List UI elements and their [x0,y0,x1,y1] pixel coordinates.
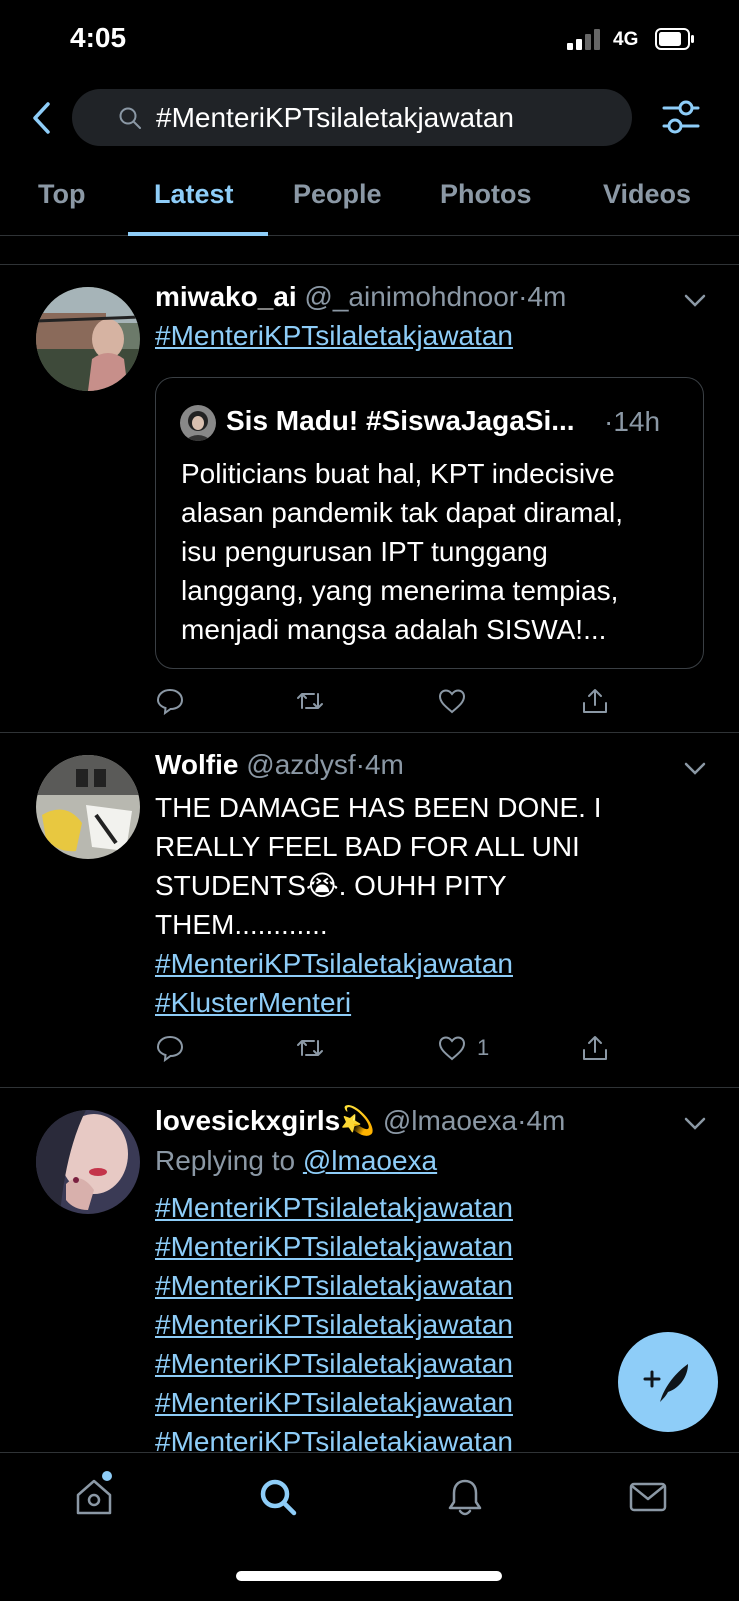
nav-home[interactable] [72,1475,116,1519]
quoted-text-line: alasan pandemik tak dapat diramal, [181,497,624,528]
quoted-tweet-time: ·14h [604,406,661,437]
tweet[interactable]: Wolfie @azdysf·4m THE DAMAGE HAS BEEN DO… [0,733,739,1088]
tab-top[interactable]: Top [38,179,85,210]
hashtag-link[interactable]: #MenteriKPTsilaletakjawatan [155,1344,513,1383]
chevron-down-icon[interactable] [682,760,708,778]
nav-notifications[interactable] [443,1475,487,1519]
like-count: 1 [477,1035,490,1060]
filter-icon [662,100,700,134]
compose-icon [643,1364,688,1402]
user-handle: @_ainimohdnoor [304,281,519,312]
display-name[interactable]: lovesickxgirls💫 [155,1105,375,1136]
bell-icon [448,1479,482,1516]
replying-to-label: Replying to [155,1145,296,1176]
share-icon[interactable] [580,1033,610,1063]
reply-icon[interactable] [155,686,185,716]
tweet-time: 4m [527,281,567,312]
retweet-icon[interactable] [295,1033,325,1063]
bottom-navigation [0,1452,739,1601]
signal-strength-icon [567,28,603,50]
tab-photos[interactable]: Photos [440,179,532,210]
retweet-icon[interactable] [295,686,325,716]
reply-icon[interactable] [155,1033,185,1063]
chevron-down-icon[interactable] [682,1115,708,1133]
search-filter-button[interactable] [660,96,702,138]
quoted-text-line: Politicians buat hal, KPT indecisive [181,458,615,489]
hashtag-link[interactable]: #MenteriKPTsilaletakjawatan [155,1305,513,1344]
tweet-time: 4m [526,1105,566,1136]
tweet-text-line: THEM............ [155,909,328,940]
home-indicator[interactable] [236,1571,502,1581]
tab-videos[interactable]: Videos [603,179,691,210]
heart-icon[interactable] [437,686,467,716]
replying-to-handle[interactable]: @lmaoexa [303,1145,437,1176]
tweet[interactable]: miwako_ai @_ainimohdnoor·4m #MenteriKPTs… [0,265,739,733]
tweet-header: lovesickxgirls💫 @lmaoexa·4m [155,1104,565,1137]
tweet-header: Wolfie @azdysf·4m [155,749,404,781]
quoted-avatar [180,405,216,441]
tweet-text-line: STUDENTS😭. OUHH PITY [155,870,507,901]
hashtag-link[interactable]: #MenteriKPTsilaletakjawatan [155,944,513,983]
new-tweets-dot [102,1471,112,1481]
hashtag-link[interactable]: #MenteriKPTsilaletakjawatan [155,1383,513,1422]
quoted-text-line: isu pengurusan IPT tunggang [181,536,548,567]
quoted-tweet[interactable]: Sis Madu! #SiswaJagaSi... ·14h Politicia… [155,377,704,669]
search-tabs: Top Latest People Photos Videos [0,165,739,236]
status-time: 4:05 [70,22,127,53]
quoted-text-line: langgang, yang menerima tempias, [181,575,619,606]
hashtag-link[interactable]: #KlusterMenteri [155,983,351,1022]
tweet-text-line: THE DAMAGE HAS BEEN DONE. I [155,792,602,823]
user-handle: @azdysf [246,749,356,780]
search-input[interactable]: #MenteriKPTsilaletakjawatan [72,89,632,146]
back-button[interactable] [28,100,58,136]
user-handle: @lmaoexa [382,1105,518,1136]
separator: · [355,749,365,780]
tab-latest[interactable]: Latest [154,179,234,210]
status-bar: 4:05 4G [0,0,739,80]
search-icon [119,107,141,129]
nav-messages[interactable] [626,1475,670,1519]
chevron-left-icon [33,102,50,134]
share-icon[interactable] [580,686,610,716]
quoted-display-name: Sis Madu! #SiswaJagaSi... [226,405,575,436]
search-query: #MenteriKPTsilaletakjawatan [156,102,514,133]
home-icon [76,1479,112,1515]
hashtag-link[interactable]: #MenteriKPTsilaletakjawatan [155,1227,513,1266]
hashtag-link[interactable]: #MenteriKPTsilaletakjawatan [155,1266,513,1305]
tweet-time: 4m [364,749,404,780]
network-type: 4G [613,29,639,50]
quoted-text-line: menjadi mangsa adalah SISWA!... [181,614,607,645]
chevron-down-icon[interactable] [682,292,708,310]
avatar[interactable] [36,755,140,859]
display-name[interactable]: Wolfie [155,749,238,780]
avatar[interactable] [36,287,140,391]
hashtag-link[interactable]: #MenteriKPTsilaletakjawatan [155,1188,513,1227]
active-tab-indicator [128,232,268,236]
search-icon [260,1479,297,1516]
hashtag-link[interactable]: #MenteriKPTsilaletakjawatan [155,316,513,355]
tab-people[interactable]: People [293,179,382,210]
search-header: #MenteriKPTsilaletakjawatan [0,88,739,148]
mail-icon [629,1482,667,1512]
tweet-actions: 1 [155,1033,625,1069]
display-name[interactable]: miwako_ai [155,281,297,312]
replying-to: Replying to @lmaoexa [155,1141,437,1180]
avatar[interactable] [36,1110,140,1214]
tweet-header: miwako_ai @_ainimohdnoor·4m [155,281,566,313]
tweet-actions [155,686,625,722]
heart-icon[interactable] [437,1033,467,1063]
nav-explore[interactable] [256,1475,300,1519]
battery-icon [655,28,695,50]
compose-tweet-button[interactable] [618,1332,718,1432]
tweet-text-line: REALLY FEEL BAD FOR ALL UNI [155,831,580,862]
